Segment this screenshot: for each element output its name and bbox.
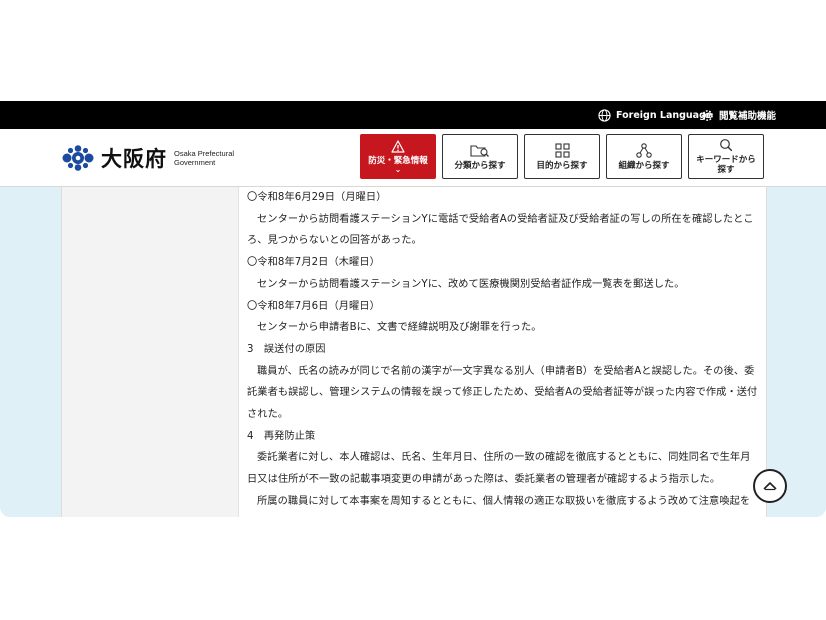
search-by-category-label: 分類から探す	[454, 160, 506, 171]
folder-search-icon	[470, 144, 489, 157]
site-logo[interactable]: 大阪府 Osaka Prefectural Government	[60, 143, 234, 173]
org-chart-icon	[636, 142, 652, 158]
paragraph: 委託業者に対し、本人確認は、氏名、生年月日、住所の一致の確認を徹底するとともに、…	[247, 452, 751, 486]
utility-bar: Foreign Language 閲覧補助機能	[0, 101, 826, 129]
paragraph: センターから訪問看護ステーションYに電話で受給者Aの受給者証及び受給者証の写しの…	[247, 213, 754, 247]
emergency-info-button[interactable]: 防災・緊急情報 ⌄	[360, 134, 436, 179]
paragraph: センターから申請者Bに、文書で経緯説明及び謝罪を行った。	[257, 322, 542, 334]
foreign-language-link[interactable]: Foreign Language	[598, 107, 712, 123]
grid-icon	[554, 142, 570, 158]
foreign-language-label: Foreign Language	[616, 109, 713, 121]
gear-icon	[702, 109, 713, 121]
paragraph: 所属の職員に対して本事案を周知するとともに、個人情報の適正な取扱いを徹底するよう…	[257, 495, 751, 507]
side-column	[62, 187, 239, 517]
search-icon	[720, 139, 733, 152]
chevron-up-icon	[763, 482, 777, 491]
section-heading: 3 誤送付の原因	[247, 343, 326, 355]
search-by-organization-label: 組織から探す	[618, 160, 670, 171]
search-by-keyword-button[interactable]: キーワードから 探す	[688, 134, 764, 179]
browser-viewport: Foreign Language 閲覧補助機能 大阪府 Osaka Prefec…	[0, 101, 826, 517]
logo-english-line2: Government	[174, 158, 216, 167]
search-by-organization-button[interactable]: 組織から探す	[606, 134, 682, 179]
logo-english-line1: Osaka Prefectural	[174, 149, 235, 158]
warning-icon	[391, 140, 405, 153]
globe-icon	[598, 108, 611, 122]
search-by-category-button[interactable]: 分類から探す	[442, 134, 518, 179]
main-content: 〇令和8年6月29日（月曜日） センターから訪問看護ステーションYに電話で受給者…	[61, 187, 767, 517]
date-heading: 〇令和8年7月6日（月曜日）	[247, 300, 380, 312]
osaka-emblem-icon	[62, 145, 94, 171]
search-by-purpose-button[interactable]: 目的から探す	[524, 134, 600, 179]
paragraph: センターから訪問看護ステーションYに、改めて医療機関別受給者証作成一覧表を郵送し…	[257, 278, 685, 290]
page-top-button[interactable]	[753, 469, 787, 503]
site-header: 大阪府 Osaka Prefectural Government 防災・緊急情報…	[0, 129, 826, 187]
logo-text: 大阪府	[101, 146, 167, 171]
date-heading: 〇令和8年7月2日（木曜日）	[247, 257, 380, 269]
search-by-purpose-label: 目的から探す	[536, 160, 588, 171]
search-by-keyword-label-line2: 探す	[717, 165, 735, 175]
accessibility-link[interactable]: 閲覧補助機能	[701, 107, 776, 123]
accessibility-label: 閲覧補助機能	[719, 111, 777, 122]
article-body: 〇令和8年6月29日（月曜日） センターから訪問看護ステーションYに電話で受給者…	[247, 187, 760, 517]
date-heading: 〇令和8年6月29日（月曜日）	[247, 192, 387, 203]
paragraph: 職員が、氏名の読みが同じで名前の漢字が一文字異なる別人（申請者B）を受給者Aと誤…	[247, 365, 758, 421]
search-by-keyword-label-line1: キーワードから	[696, 155, 756, 165]
logo-english: Osaka Prefectural Government	[174, 149, 234, 167]
chevron-down-icon: ⌄	[394, 165, 402, 174]
section-heading: 4 再発防止策	[247, 430, 316, 442]
